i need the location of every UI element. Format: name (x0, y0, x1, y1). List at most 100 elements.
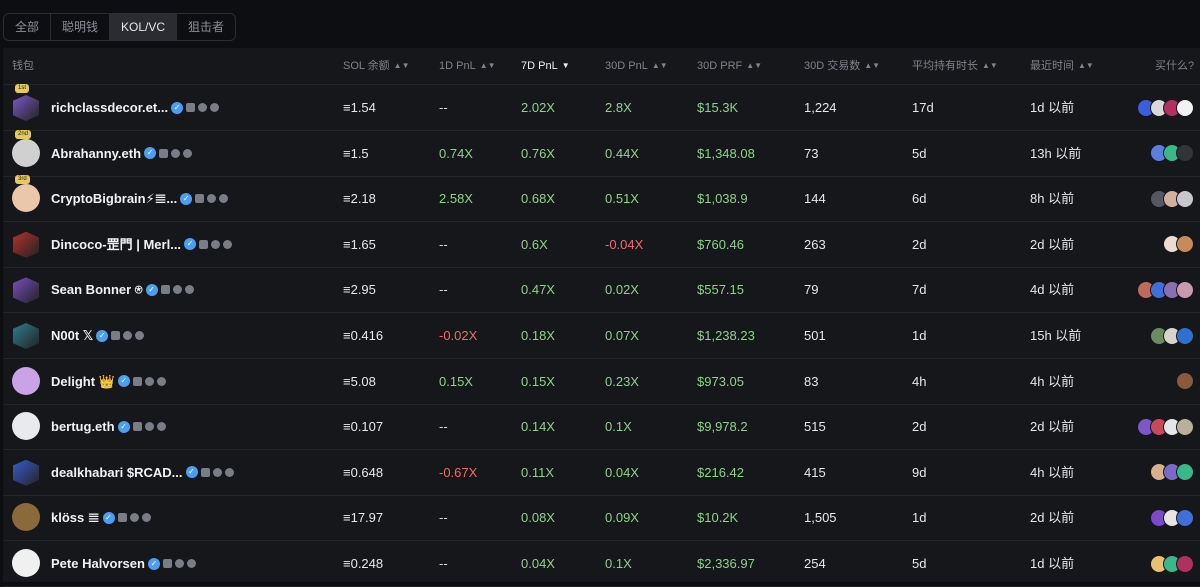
x-icon[interactable] (207, 194, 217, 204)
table-row[interactable]: N00t 𝕏 ✓ ≡0.416 -0.02X 0.18X 0.07X $1,23… (3, 313, 1200, 359)
wallet-name[interactable]: Abrahanny.eth ✓ (51, 131, 193, 176)
wallet-name[interactable]: Dincoco-罡門 | Merl... ✓ (51, 222, 233, 267)
buyer-avatar[interactable] (1176, 235, 1194, 254)
table-row[interactable]: Delight 👑 ✓ ≡5.08 0.15X 0.15X 0.23X $973… (3, 359, 1200, 405)
wallet-name[interactable]: Sean Bonner ⍟ ✓ (51, 267, 194, 312)
copy-icon[interactable] (195, 194, 205, 204)
buyer-avatar[interactable] (1176, 372, 1194, 391)
table-row[interactable]: 1st richclassdecor.et... ✓ ≡1.54 -- 2.02… (3, 84, 1200, 131)
col-30d-prf[interactable]: 30D PRF ▲▼ (697, 48, 762, 84)
copy-icon[interactable] (159, 148, 169, 158)
verified-icon: ✓ (185, 466, 198, 479)
wallet-name[interactable]: Pete Halvorsen ✓ (51, 541, 196, 586)
tab-2[interactable]: KOL/VC (110, 14, 178, 40)
col-sol-balance[interactable]: SOL 余额 ▲▼ (343, 48, 410, 84)
copy-icon[interactable] (199, 239, 209, 249)
wallet-name[interactable]: bertug.eth ✓ (51, 404, 166, 449)
x-icon[interactable] (172, 285, 182, 295)
wallet-name-text: Sean Bonner ⍟ (51, 282, 143, 298)
heart-icon[interactable] (210, 103, 220, 112)
table-row[interactable]: Pete Halvorsen ✓ ≡0.248 -- 0.04X 0.1X $2… (3, 541, 1200, 587)
x-icon[interactable] (211, 239, 221, 249)
wallet-name[interactable]: klöss 𝌆 ✓ (51, 495, 151, 540)
buyers-list (1137, 267, 1194, 312)
heart-icon[interactable] (141, 513, 151, 523)
buyer-avatar[interactable] (1176, 189, 1194, 208)
buyer-avatar[interactable] (1176, 417, 1194, 436)
x-icon[interactable] (171, 148, 181, 158)
sol-balance: ≡2.18 (343, 191, 376, 207)
buyer-avatar[interactable] (1176, 554, 1194, 573)
x-icon[interactable] (144, 422, 154, 432)
buyer-avatar[interactable] (1176, 280, 1194, 299)
x-icon[interactable] (129, 513, 139, 523)
sort-icon: ▲▼ (982, 61, 998, 70)
table-row[interactable]: dealkhabari $RCAD... ✓ ≡0.648 -0.67X 0.1… (3, 450, 1200, 496)
copy-icon[interactable] (132, 376, 142, 386)
table-row[interactable]: bertug.eth ✓ ≡0.107 -- 0.14X 0.1X $9,978… (3, 404, 1200, 451)
copy-icon[interactable] (160, 285, 170, 295)
heart-icon[interactable] (156, 376, 166, 386)
heart-icon[interactable] (135, 331, 145, 340)
last-time: 1d 以前 (1030, 100, 1075, 115)
table-row[interactable]: 2nd Abrahanny.eth ✓ ≡1.5 0.74X 0.76X 0.4… (3, 129, 1200, 177)
verified-icon: ✓ (180, 192, 193, 205)
col-avg-hold[interactable]: 平均持有时长 ▲▼ (912, 48, 998, 84)
table-row[interactable]: 3rd CryptoBigbrain⚡𝌆... ✓ ≡2.18 2.58X 0.… (3, 175, 1200, 223)
copy-icon[interactable] (117, 513, 127, 523)
verified-icon: ✓ (184, 238, 197, 251)
buyer-avatar[interactable] (1176, 144, 1194, 163)
sol-icon: ≡ (343, 236, 351, 252)
wallet-name[interactable]: dealkhabari $RCAD... ✓ (51, 450, 234, 495)
heart-icon[interactable] (184, 285, 194, 295)
copy-icon[interactable] (186, 103, 196, 112)
table-row[interactable]: klöss 𝌆 ✓ ≡17.97 -- 0.08X 0.09X $10.2K 1… (3, 495, 1200, 542)
copy-icon[interactable] (200, 467, 210, 477)
x-icon[interactable] (174, 559, 184, 568)
pnl-1d: 0.15X (439, 373, 473, 389)
heart-icon[interactable] (223, 239, 233, 249)
wallet-name[interactable]: CryptoBigbrain⚡𝌆... ✓ (51, 176, 229, 221)
heart-icon[interactable] (219, 194, 229, 204)
copy-icon[interactable] (162, 559, 172, 568)
avg-hold: 2d (912, 236, 927, 252)
verified-icon: ✓ (117, 420, 130, 433)
heart-icon[interactable] (186, 559, 196, 568)
col-last-time[interactable]: 最近时间 ▲▼ (1030, 48, 1094, 84)
heart-icon[interactable] (156, 422, 166, 432)
heart-icon[interactable] (183, 148, 193, 158)
pnl-1d: -0.67X (439, 464, 478, 480)
copy-icon[interactable] (132, 422, 142, 432)
wallet-avatar (13, 323, 39, 349)
col-bought: 买什么? (1155, 60, 1195, 72)
copy-icon[interactable] (111, 331, 121, 340)
x-icon[interactable] (212, 467, 222, 477)
last-time: 1d 以前 (1030, 556, 1075, 571)
wallet-name[interactable]: richclassdecor.et... ✓ (51, 85, 220, 130)
buyer-avatar[interactable] (1176, 508, 1194, 527)
col-1d-pnl[interactable]: 1D PnL ▲▼ (439, 48, 496, 84)
table-row[interactable]: Dincoco-罡門 | Merl... ✓ ≡1.65 -- 0.6X -0.… (3, 222, 1200, 268)
sol-balance: ≡5.08 (343, 373, 376, 389)
col-30d-trades[interactable]: 30D 交易数 ▲▼ (804, 48, 880, 84)
trades-30d: 83 (804, 373, 819, 389)
wallet-filter-tabs: 全部 聪明钱 KOL/VC 狙击者 (3, 13, 237, 41)
x-icon[interactable] (123, 331, 133, 340)
col-30d-pnl[interactable]: 30D PnL ▲▼ (605, 48, 668, 84)
table-row[interactable]: Sean Bonner ⍟ ✓ ≡2.95 -- 0.47X 0.02X $55… (3, 267, 1200, 314)
x-icon[interactable] (198, 103, 208, 112)
tab-3[interactable]: 狙击者 (177, 14, 235, 40)
wallet-name[interactable]: Delight 👑 ✓ (51, 359, 166, 404)
buyer-avatar[interactable] (1176, 98, 1194, 117)
tab-0[interactable]: 全部 (4, 14, 52, 40)
sol-icon: ≡ (343, 100, 351, 115)
buyer-avatar[interactable] (1176, 463, 1194, 482)
heart-icon[interactable] (224, 467, 234, 477)
wallet-name-text: Delight 👑 (51, 373, 115, 389)
x-icon[interactable] (144, 376, 154, 386)
col-7d-pnl[interactable]: 7D PnL ▼ (521, 48, 570, 84)
tab-1[interactable]: 聪明钱 (51, 14, 111, 40)
trades-30d: 144 (804, 191, 826, 207)
wallet-name[interactable]: N00t 𝕏 ✓ (51, 313, 145, 358)
buyer-avatar[interactable] (1176, 326, 1194, 345)
